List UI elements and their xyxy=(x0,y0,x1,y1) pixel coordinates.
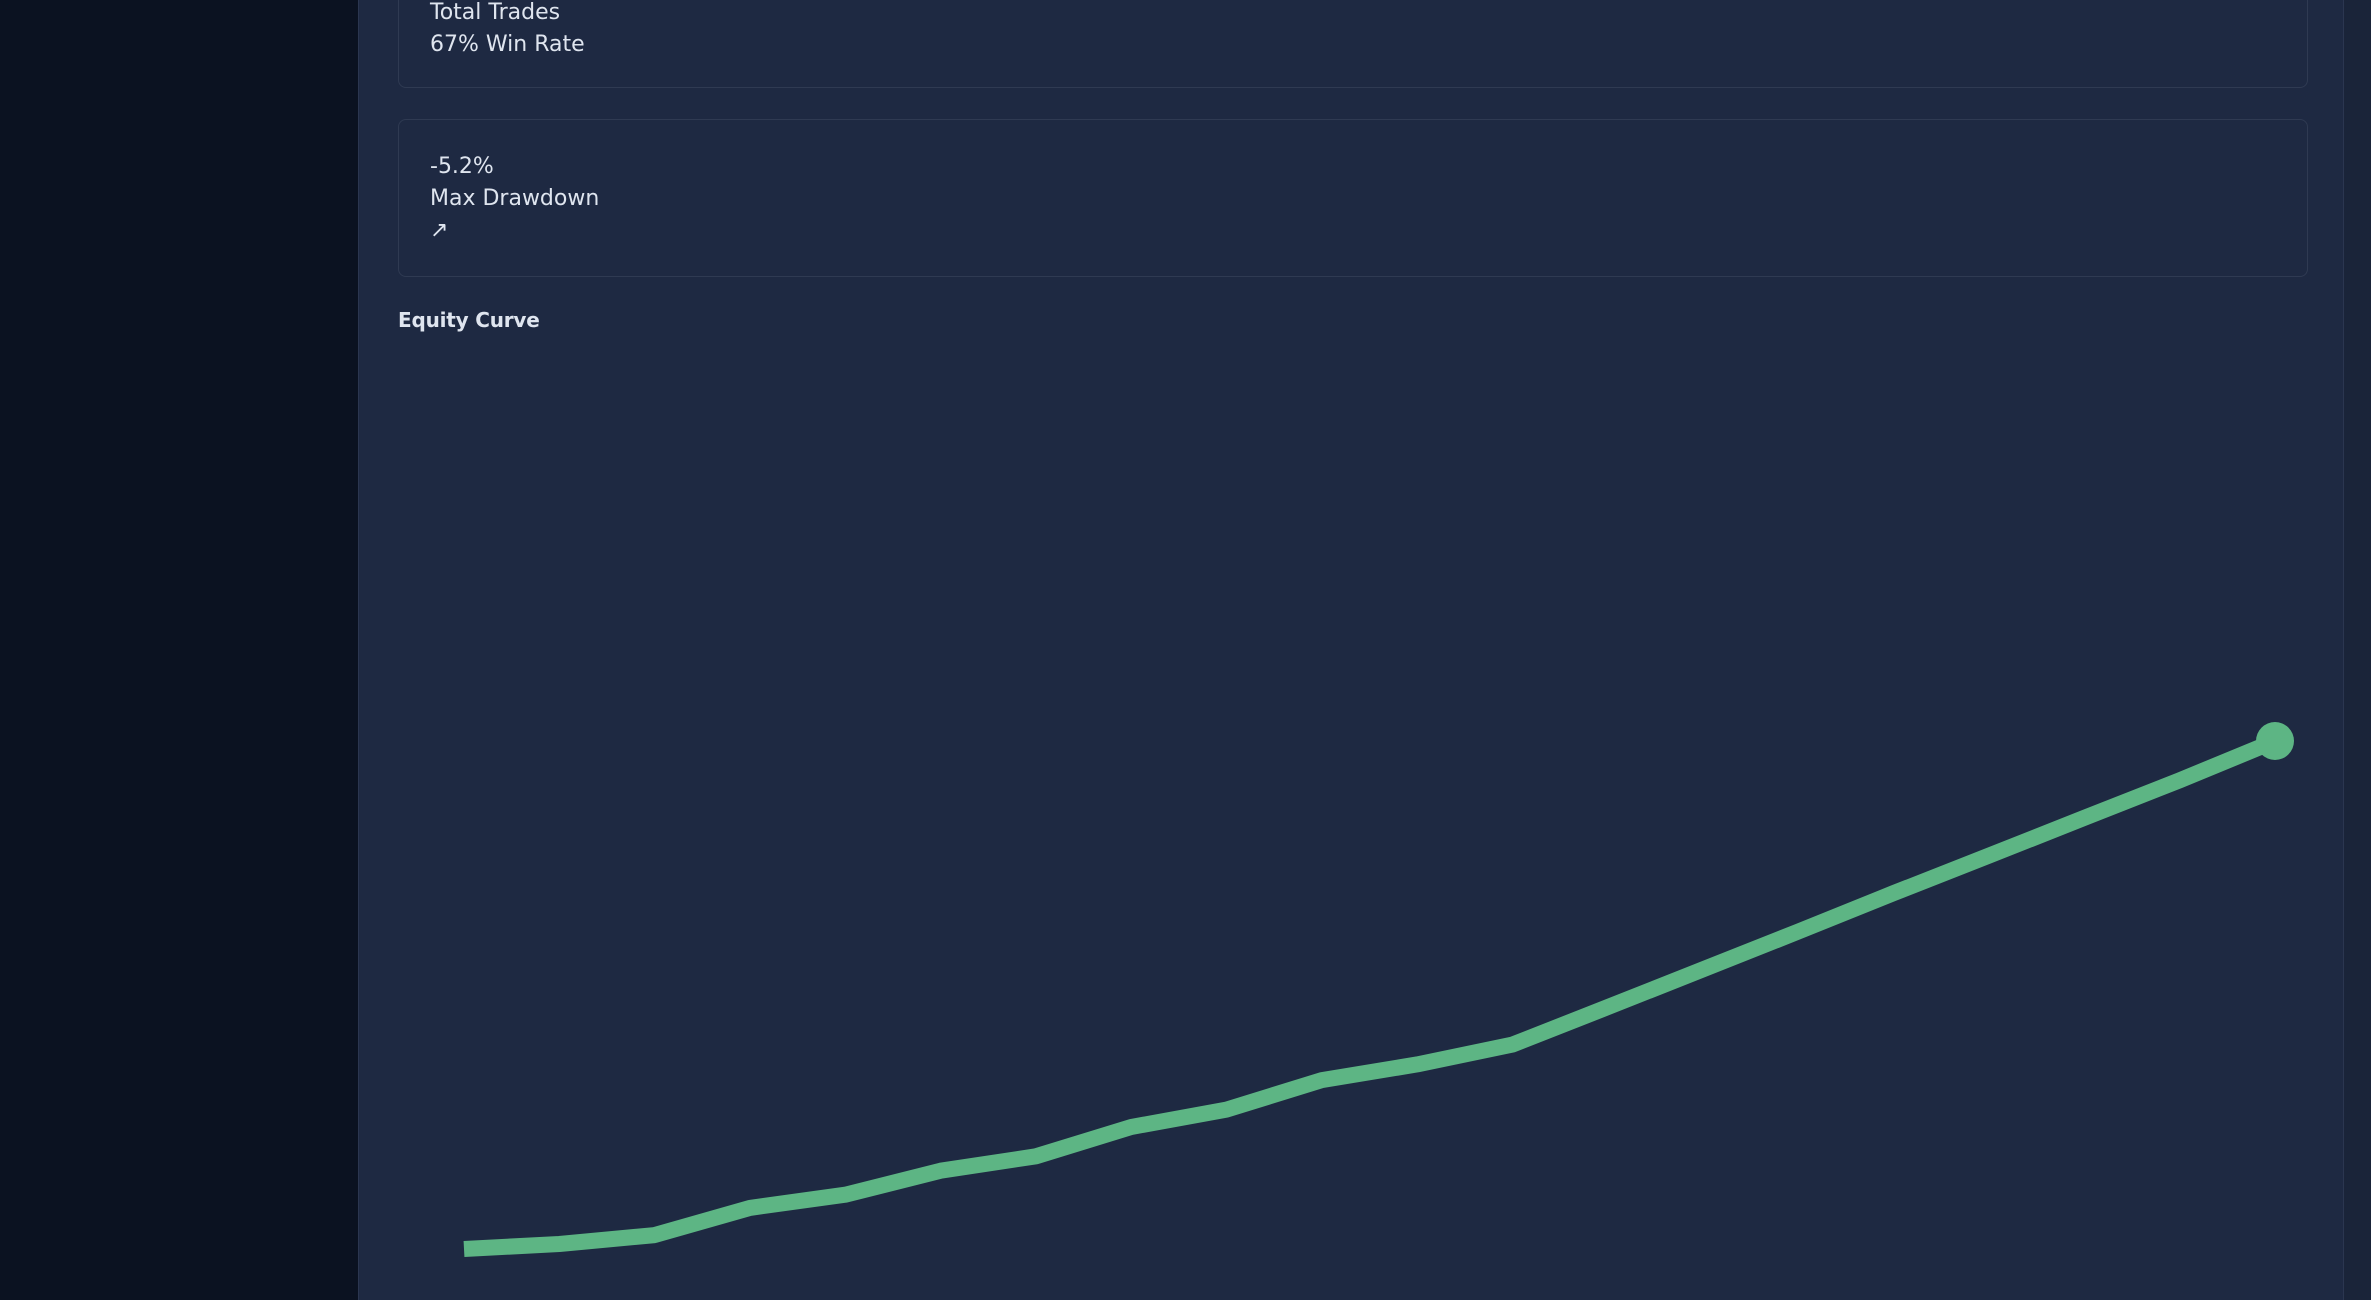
sidebar xyxy=(0,0,358,1300)
equity-curve-chart xyxy=(463,722,2294,1257)
right-edge-strip xyxy=(2344,0,2371,1300)
equity-series-line xyxy=(463,733,2279,1257)
main-panel: Total Trades 67% Win Rate -5.2% Max Draw… xyxy=(358,0,2344,1300)
equity-end-marker xyxy=(2256,722,2294,760)
